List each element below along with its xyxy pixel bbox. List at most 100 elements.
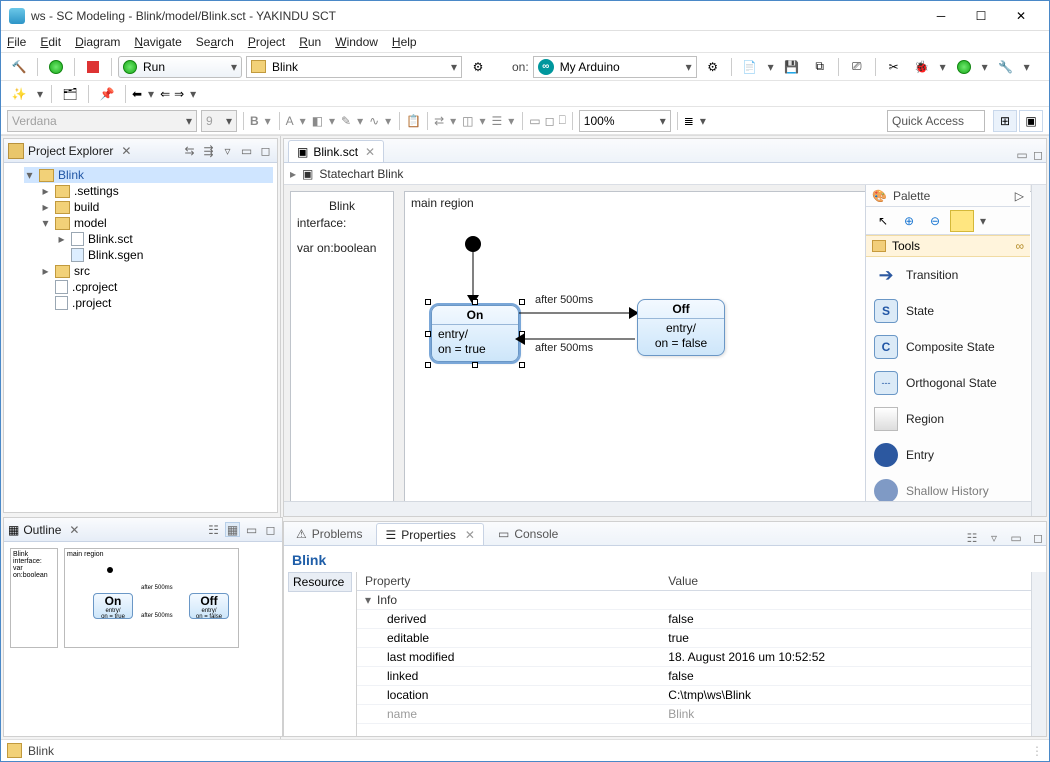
board-config-button[interactable]: ⚙: [701, 56, 725, 78]
nav-back-icon[interactable]: ⬅: [132, 87, 142, 101]
fontcolor-button[interactable]: A: [286, 114, 294, 128]
tree-item-src[interactable]: ▸src: [40, 263, 273, 279]
prop-row-name[interactable]: nameBlink: [357, 705, 1031, 724]
editor-hscroll[interactable]: [284, 501, 1031, 516]
ungroup-button[interactable]: ◻: [545, 114, 555, 128]
menu-diagram[interactable]: Diagram: [75, 35, 120, 49]
linecolor-button[interactable]: ✎: [341, 114, 351, 128]
open-perspective-button[interactable]: ⊞: [993, 110, 1017, 132]
maximize-outline-button[interactable]: ◻: [263, 522, 278, 537]
board-combo[interactable]: ∞ My Arduino ▾: [533, 56, 697, 78]
layout-button[interactable]: 🗂: [58, 83, 82, 105]
tree-item-model[interactable]: ▾model: [40, 215, 273, 231]
bold-button[interactable]: B: [250, 114, 259, 128]
fillcolor-button[interactable]: ◧: [312, 114, 323, 128]
prop-row-location[interactable]: locationC:\tmp\ws\Blink: [357, 686, 1031, 705]
tab-problems[interactable]: ⚠Problems: [288, 523, 370, 545]
stop-button[interactable]: [81, 56, 105, 78]
view-dropdown-bottom[interactable]: ▿: [986, 531, 1002, 545]
palette-drawer-tools[interactable]: Tools ∞: [866, 235, 1030, 257]
tree-item-project[interactable]: .project: [40, 295, 273, 311]
palette-header[interactable]: 🎨 Palette ▷: [866, 185, 1030, 207]
cut-button[interactable]: ✂: [882, 56, 906, 78]
menu-run[interactable]: Run: [299, 35, 321, 49]
arrange-button[interactable]: ⎕: [559, 113, 566, 128]
initial-state[interactable]: [465, 236, 481, 252]
pal-region[interactable]: Region: [866, 401, 1030, 437]
properties-vscroll[interactable]: [1031, 572, 1046, 736]
launch-mode-combo[interactable]: Run ▾: [118, 56, 242, 78]
minimize-view-button[interactable]: ▭: [239, 143, 254, 158]
editor-vscroll[interactable]: [1031, 185, 1046, 516]
state-off[interactable]: Off entry/on = false: [637, 299, 725, 356]
outline-canvas[interactable]: Blinkinterface:var on:boolean main regio…: [4, 542, 282, 736]
ext-tools-button[interactable]: 🔧: [994, 56, 1018, 78]
tree-item-cproject[interactable]: .cproject: [40, 279, 273, 295]
build-button[interactable]: 🔨: [7, 56, 31, 78]
pal-composite-state[interactable]: CComposite State: [866, 329, 1030, 365]
menu-window[interactable]: Window: [335, 35, 378, 49]
close-outline-icon[interactable]: ✕: [67, 523, 81, 537]
prop-group-info[interactable]: Info: [377, 593, 397, 607]
minimize-outline-button[interactable]: ▭: [244, 522, 259, 537]
pal-transition[interactable]: ➔Transition: [866, 257, 1030, 293]
tab-properties[interactable]: ☰Properties✕: [376, 523, 484, 545]
tree-item-build[interactable]: ▸build: [40, 199, 273, 215]
tree-item-blink-sct[interactable]: ▸Blink.sct: [56, 231, 273, 247]
close-tab-icon[interactable]: ✕: [365, 145, 375, 159]
close-view-icon[interactable]: ✕: [119, 144, 133, 158]
view-menu-bottom[interactable]: ☷: [964, 531, 980, 545]
zoom-in-tool[interactable]: ⊕: [898, 210, 920, 232]
outline-tree-button[interactable]: ☷: [206, 522, 221, 537]
note-tool[interactable]: [950, 210, 974, 232]
pal-orthogonal-state[interactable]: ---Orthogonal State: [866, 365, 1030, 401]
sc-perspective-button[interactable]: ▣: [1019, 110, 1043, 132]
view-menu-button[interactable]: ▿: [220, 143, 235, 158]
launch-target-combo[interactable]: Blink ▾: [246, 56, 462, 78]
quick-access[interactable]: Quick Access: [887, 110, 985, 132]
pal-shallow-history[interactable]: Shallow History: [866, 473, 1030, 501]
pal-entry[interactable]: Entry: [866, 437, 1030, 473]
col-value[interactable]: Value: [660, 572, 1031, 591]
save-all-button[interactable]: ⧉: [808, 56, 832, 78]
nav-left-icon[interactable]: ⇐: [160, 87, 170, 101]
minimize-button[interactable]: ─: [921, 4, 961, 28]
menu-project[interactable]: Project: [248, 35, 285, 49]
new-button[interactable]: 📄: [738, 56, 762, 78]
tree-item-settings[interactable]: ▸.settings: [40, 183, 273, 199]
select-tool[interactable]: ↖: [872, 210, 894, 232]
group-button[interactable]: ▭: [529, 114, 540, 128]
nav-right-icon[interactable]: ⇒: [174, 87, 184, 101]
maximize-editor-button[interactable]: ◻: [1030, 148, 1046, 162]
menu-navigate[interactable]: Navigate: [134, 35, 181, 49]
editor-tab-blink[interactable]: ▣ Blink.sct ✕: [288, 140, 384, 162]
editor-canvas[interactable]: Blink interface: var on:boolean main reg…: [284, 185, 1046, 516]
tree-item-blink-sgen[interactable]: Blink.sgen: [56, 247, 273, 263]
tree-root[interactable]: ▾Blink: [24, 167, 273, 183]
maximize-view-button[interactable]: ◻: [258, 143, 273, 158]
prop-row-lastmodified[interactable]: last modified18. August 2016 um 10:52:52: [357, 648, 1031, 667]
distribute-button[interactable]: ◫: [462, 114, 473, 128]
prop-row-derived[interactable]: derivedfalse: [357, 610, 1031, 629]
editor-breadcrumb[interactable]: ▸▣Statechart Blink: [284, 163, 1046, 185]
font-combo[interactable]: Verdana▾: [7, 110, 197, 132]
fontsize-combo[interactable]: 9▾: [201, 110, 237, 132]
link-editor-button[interactable]: ⇶: [201, 143, 216, 158]
prop-row-linked[interactable]: linkedfalse: [357, 667, 1031, 686]
pin-button[interactable]: 📌: [95, 83, 119, 105]
menu-search[interactable]: Search: [196, 35, 234, 49]
tab-console[interactable]: ▭Console: [490, 523, 566, 545]
run-button[interactable]: [44, 56, 68, 78]
menu-file[interactable]: File: [7, 35, 26, 49]
col-property[interactable]: Property: [357, 572, 660, 591]
maximize-button[interactable]: ☐: [961, 4, 1001, 28]
maximize-bottom[interactable]: ◻: [1030, 531, 1046, 545]
copy-appearance-button[interactable]: 📋: [406, 114, 421, 128]
autolayout-button[interactable]: ⇄: [434, 114, 444, 128]
align-button[interactable]: ☰: [492, 114, 503, 128]
collapse-all-button[interactable]: ⇆: [182, 143, 197, 158]
launch-config-button[interactable]: ⚙: [466, 56, 490, 78]
category-resource[interactable]: Resource: [288, 572, 352, 592]
zoom-combo[interactable]: 100%▾: [579, 110, 671, 132]
transition-off-on-label[interactable]: after 500ms: [535, 342, 593, 354]
